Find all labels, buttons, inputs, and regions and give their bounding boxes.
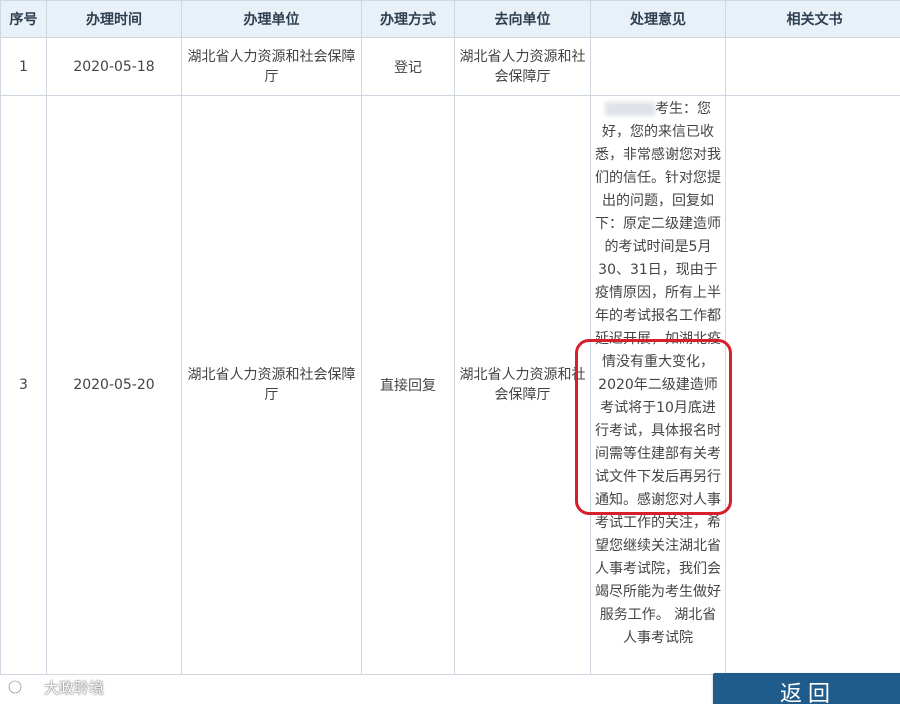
table-row: 3 2020-05-20 湖北省人力资源和社会保障厅 直接回复 湖北省人力资源和… (0, 95, 900, 675)
destination-text: 湖北省人力资源和社会保障厅 (459, 48, 586, 85)
cell-unit: 湖北省人力资源和社会保障厅 (181, 95, 362, 675)
redacted-name (605, 102, 655, 116)
header-unit: 办理单位 (181, 0, 362, 38)
unit-text: 湖北省人力资源和社会保障厅 (187, 367, 356, 403)
watermark-logo-icon (8, 680, 35, 694)
cell-date: 2020-05-18 (46, 37, 182, 96)
header-date: 办理时间 (46, 0, 182, 38)
cell-opinion: 考生：您好，您的来信已收悉，非常感谢您对我们的信任。针对您提出的问题，回复如下：… (590, 95, 726, 675)
cell-method: 登记 (361, 37, 455, 96)
unit-text: 湖北省人力资源和社会保障厅 (187, 48, 356, 85)
handling-record-table: 序号 办理时间 办理单位 办理方式 去向单位 处理意见 相关文书 1 2020-… (0, 0, 900, 675)
cell-destination: 湖北省人力资源和社会保障厅 (454, 95, 591, 675)
destination-text: 湖北省人力资源和社会保障厅 (459, 367, 586, 403)
watermark-text: 大政聆境 (44, 678, 105, 697)
header-opinion: 处理意见 (590, 0, 726, 38)
cell-documents (725, 95, 900, 675)
return-button[interactable]: 返回 (713, 673, 900, 704)
header-documents: 相关文书 (725, 0, 900, 38)
table-header-row: 序号 办理时间 办理单位 办理方式 去向单位 处理意见 相关文书 (0, 0, 900, 38)
opinion-body: 考生：您好，您的来信已收悉，非常感谢您对我们的信任。针对您提出的问题，回复如下：… (595, 101, 721, 646)
header-destination: 去向单位 (454, 0, 591, 38)
watermark: 大政聆境 (6, 676, 104, 698)
cell-index: 1 (0, 37, 47, 96)
cell-destination: 湖北省人力资源和社会保障厅 (454, 37, 591, 96)
cell-date: 2020-05-20 (46, 95, 182, 675)
cell-documents (725, 37, 900, 96)
header-index: 序号 (0, 0, 47, 38)
cell-index: 3 (0, 95, 47, 675)
cell-method: 直接回复 (361, 95, 455, 675)
cell-unit: 湖北省人力资源和社会保障厅 (181, 37, 362, 96)
cell-opinion (590, 37, 726, 96)
opinion-text: 考生：您好，您的来信已收悉，非常感谢您对我们的信任。针对您提出的问题，回复如下：… (594, 98, 722, 650)
page: 序号 办理时间 办理单位 办理方式 去向单位 处理意见 相关文书 1 2020-… (0, 0, 900, 704)
table-row: 1 2020-05-18 湖北省人力资源和社会保障厅 登记 湖北省人力资源和社会… (0, 37, 900, 96)
header-method: 办理方式 (361, 0, 455, 38)
